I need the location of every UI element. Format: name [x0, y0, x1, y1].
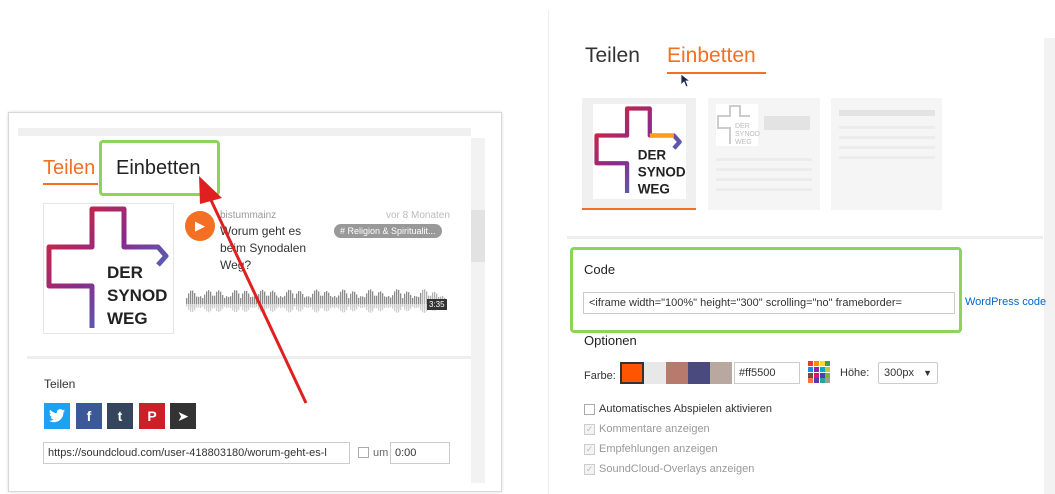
player-style-mini[interactable] — [831, 98, 942, 210]
checkbox-box[interactable] — [584, 403, 595, 415]
checkbox-comments[interactable]: ✓ Kommentare anzeigen — [584, 423, 710, 435]
waveform[interactable] — [186, 282, 448, 322]
start-time-input[interactable]: 0:00 — [390, 442, 450, 464]
wordpress-code-link[interactable]: WordPress code — [965, 296, 1046, 308]
play-icon: ▶ — [195, 218, 205, 233]
color-swatch-indigo[interactable] — [688, 362, 710, 384]
share-label: Teilen — [44, 377, 76, 391]
tab-teilen-right[interactable]: Teilen — [585, 44, 640, 68]
checkbox-label: Automatisches Abspielen aktivieren — [599, 403, 773, 415]
tumblr-icon: t — [117, 408, 123, 424]
height-label: Höhe: — [840, 367, 870, 379]
divider-right — [567, 236, 1043, 239]
logo-text-3: WEG — [107, 309, 148, 328]
checkbox-autoplay[interactable]: Automatisches Abspielen aktivieren — [584, 403, 772, 415]
logo-text-r3: WEG — [638, 182, 670, 197]
checkbox-box-checked[interactable]: ✓ — [584, 423, 595, 435]
svg-text:WEG: WEG — [735, 139, 752, 146]
player-style-classic[interactable]: DER SYNOD WEG — [708, 98, 820, 210]
start-at-label: um — [373, 447, 389, 459]
checkbox-box-checked[interactable]: ✓ — [584, 443, 595, 455]
tab-einbetten-right[interactable]: Einbetten — [667, 44, 756, 68]
divider — [27, 356, 471, 359]
scrollbar-thumb[interactable] — [471, 210, 485, 262]
genre-tag[interactable]: # Religion & Spiritualit... — [334, 224, 442, 238]
tab-teilen[interactable]: Teilen — [43, 156, 95, 180]
facebook-icon: f — [86, 408, 92, 424]
mouse-cursor-icon — [680, 73, 692, 91]
options-heading: Optionen — [584, 333, 637, 348]
color-swatch-taupe[interactable] — [710, 362, 732, 384]
svg-text:SYNOD: SYNOD — [735, 131, 760, 138]
code-label: Code — [584, 262, 616, 277]
logo-text-r2: SYNOD — [638, 165, 686, 180]
highlight-box-code — [570, 247, 962, 333]
height-select-value: 300px — [884, 367, 914, 379]
chevron-down-icon: ▼ — [923, 368, 932, 378]
share-url-input[interactable]: https://soundcloud.com/user-418803180/wo… — [43, 442, 350, 464]
track-duration: 3:35 — [427, 299, 447, 310]
checkbox-overlays[interactable]: ✓ SoundCloud-Overlays anzeigen — [584, 463, 754, 475]
synodal-weg-logo-right: DER SYNOD WEG — [594, 106, 686, 197]
send-icon: ➤ — [177, 408, 189, 424]
dialog-top-bar — [18, 128, 471, 136]
start-at-checkbox[interactable] — [358, 447, 369, 458]
pinterest-share-button[interactable]: P — [139, 403, 165, 429]
checkbox-recommendations[interactable]: ✓ Empfehlungen anzeigen — [584, 443, 718, 455]
svg-text:DER: DER — [735, 123, 750, 130]
color-swatch-rose[interactable] — [666, 362, 688, 384]
tumblr-share-button[interactable]: t — [107, 403, 133, 429]
twitter-icon — [49, 409, 65, 426]
color-swatch-grey[interactable] — [644, 362, 666, 384]
logo-text-2: SYNOD — [107, 286, 167, 305]
scrollbar-left[interactable] — [471, 138, 485, 483]
facebook-share-button[interactable]: f — [76, 403, 102, 429]
checkbox-label: Empfehlungen anzeigen — [599, 443, 718, 455]
send-share-button[interactable]: ➤ — [170, 403, 196, 429]
mini-preview-icon — [839, 110, 935, 159]
color-palette-icon[interactable] — [808, 361, 830, 383]
height-select[interactable]: 300px ▼ — [878, 362, 938, 384]
player-style-visual[interactable]: DER SYNOD WEG — [582, 98, 696, 210]
checkbox-label: Kommentare anzeigen — [599, 423, 710, 435]
track-artwork: DER SYNOD WEG — [43, 203, 174, 334]
logo-text-r1: DER — [638, 148, 667, 163]
logo-text-1: DER — [107, 263, 143, 282]
active-tab-underline — [43, 183, 98, 185]
classic-preview-icon: DER SYNOD WEG — [716, 104, 812, 191]
play-button[interactable]: ▶ — [185, 211, 215, 241]
checkbox-label: SoundCloud-Overlays anzeigen — [599, 463, 755, 475]
color-swatch-orange[interactable] — [620, 362, 644, 384]
track-user[interactable]: bistummainz — [220, 210, 276, 221]
pinterest-icon: P — [147, 408, 157, 424]
synodal-weg-logo: DER SYNOD WEG — [46, 206, 169, 328]
color-label: Farbe: — [584, 370, 616, 382]
highlight-box-einbetten — [99, 140, 220, 196]
selected-style-underline — [582, 208, 696, 210]
track-time: vor 8 Monaten — [386, 210, 450, 221]
color-hex-input[interactable]: #ff5500 — [734, 362, 800, 384]
scrollbar-right[interactable] — [1044, 38, 1055, 494]
track-title[interactable]: Worum geht es beim Synodalen Weg? — [220, 223, 330, 274]
twitter-share-button[interactable] — [44, 403, 70, 429]
checkbox-box-checked[interactable]: ✓ — [584, 463, 595, 475]
embed-code-input[interactable]: <iframe width="100%" height="300" scroll… — [583, 292, 955, 314]
